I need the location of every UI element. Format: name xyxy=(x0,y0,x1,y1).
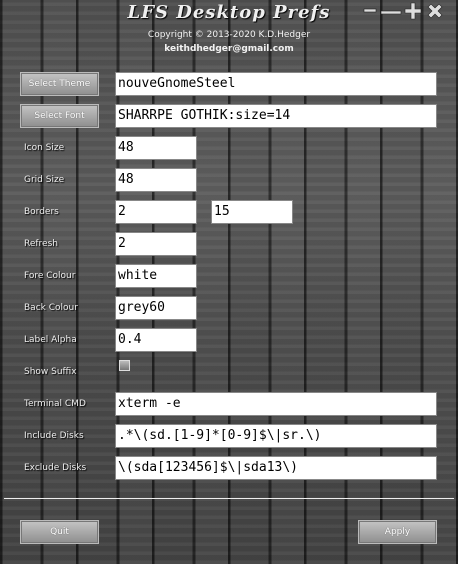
label-alpha-label: Label Alpha xyxy=(24,335,77,345)
select-font-button[interactable]: Select Font xyxy=(20,104,99,128)
author-email: keithdhedger@gmail.com xyxy=(164,44,294,54)
maximize-icon[interactable] xyxy=(404,0,422,22)
close-icon[interactable] xyxy=(425,0,445,22)
select-theme-button[interactable]: Select Theme xyxy=(20,72,99,96)
refresh-label: Refresh xyxy=(24,239,58,249)
minimize-icon[interactable] xyxy=(363,0,377,22)
quit-button[interactable]: Quit xyxy=(20,520,99,544)
terminal-cmd-field[interactable]: xterm -e xyxy=(115,392,437,416)
fore-colour-label: Fore Colour xyxy=(24,271,76,281)
show-suffix-label: Show Suffix xyxy=(24,367,77,377)
include-disks-field[interactable]: .*\(sd.[1-9]*[0-9]$\|sr.\) xyxy=(115,424,437,448)
grid-size-label: Grid Size xyxy=(24,175,65,185)
icon-size-label: Icon Size xyxy=(24,143,65,153)
font-field[interactable]: SHARRPE GOTHIK:size=14 xyxy=(115,104,437,128)
back-colour-label: Back Colour xyxy=(24,303,78,313)
label-alpha-field[interactable]: 0.4 xyxy=(115,328,197,352)
fore-colour-field[interactable]: white xyxy=(115,264,197,288)
include-disks-label: Include Disks xyxy=(24,431,84,441)
refresh-field[interactable]: 2 xyxy=(115,232,197,256)
grid-size-field[interactable]: 48 xyxy=(115,168,197,192)
show-suffix-checkbox[interactable] xyxy=(119,360,130,371)
separator xyxy=(4,498,454,499)
title-bar: LFS Desktop Prefs xyxy=(0,0,458,26)
border-offset-field[interactable]: 15 xyxy=(211,200,293,224)
terminal-cmd-label: Terminal CMD xyxy=(24,399,86,409)
back-colour-field[interactable]: grey60 xyxy=(115,296,197,320)
icon-size-field[interactable]: 48 xyxy=(115,136,197,160)
shade-icon[interactable] xyxy=(380,0,402,22)
borders-label: Borders xyxy=(24,207,59,217)
copyright-text: Copyright © 2013-2020 K.D.Hedger xyxy=(147,30,311,40)
exclude-disks-field[interactable]: \(sda[123456]$\|sda13\) xyxy=(115,456,437,480)
apply-button[interactable]: Apply xyxy=(358,520,437,544)
theme-field[interactable]: nouveGnomeSteel xyxy=(115,72,437,96)
border-size-field[interactable]: 2 xyxy=(115,200,197,224)
exclude-disks-label: Exclude Disks xyxy=(24,463,87,473)
